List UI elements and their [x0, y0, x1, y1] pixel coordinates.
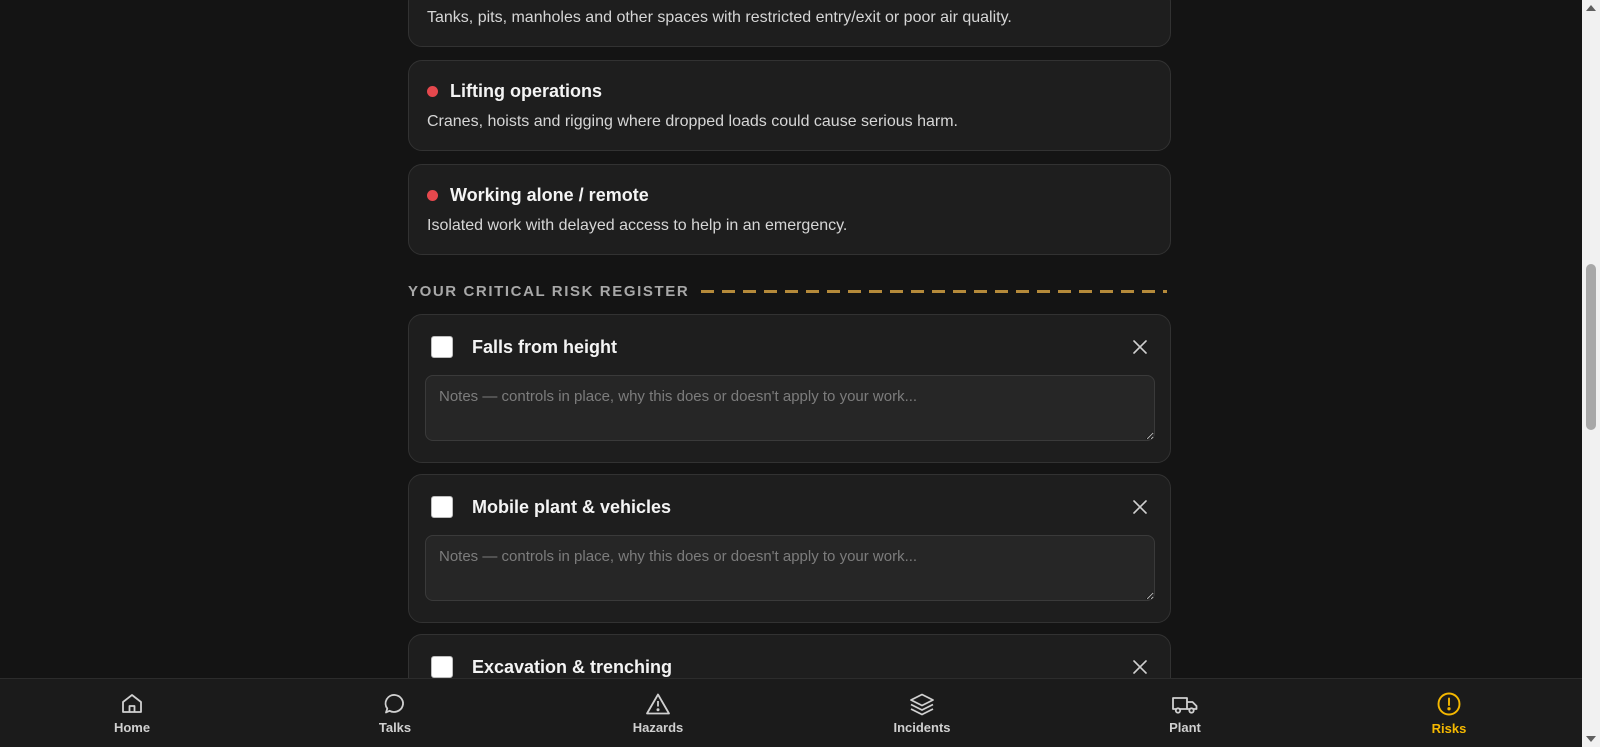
alert-circle-icon [1437, 692, 1461, 715]
risk-item-title: Excavation & trenching [472, 657, 673, 677]
risk-item-excavation: Excavation & trenching [408, 634, 1171, 678]
remove-risk-button[interactable] [1130, 657, 1150, 677]
nav-item-risks[interactable]: Risks [1389, 679, 1509, 747]
risk-checkbox[interactable] [431, 656, 453, 678]
register-section-header: YOUR CRITICAL RISK REGISTER [408, 281, 1171, 301]
nav-item-home[interactable]: Home [72, 679, 192, 747]
home-icon [122, 693, 142, 713]
info-card-confined-spaces: Tanks, pits, manholes and other spaces w… [408, 0, 1171, 47]
nav-label: Plant [1169, 719, 1201, 735]
risk-dot-icon [427, 190, 438, 201]
page-scrollbar[interactable] [1582, 0, 1600, 747]
scroll-down-icon[interactable] [1586, 736, 1596, 742]
risk-dot-icon [427, 86, 438, 97]
info-card-description: Isolated work with delayed access to hel… [427, 217, 848, 234]
info-card-lifting: Lifting operations Cranes, hoists and ri… [408, 60, 1171, 151]
scroll-up-icon[interactable] [1586, 5, 1596, 11]
nav-item-talks[interactable]: Talks [335, 679, 455, 747]
nav-label: Talks [378, 719, 412, 735]
nav-label: Hazards [632, 719, 684, 735]
layers-icon [910, 693, 934, 715]
close-icon [1133, 340, 1147, 354]
risk-item-title: Mobile plant & vehicles [472, 497, 672, 517]
risk-notes-input[interactable] [425, 535, 1155, 601]
info-card-description: Cranes, hoists and rigging where dropped… [427, 113, 958, 130]
risk-checkbox[interactable] [431, 336, 453, 358]
risk-item-title: Falls from height [472, 337, 618, 357]
remove-risk-button[interactable] [1130, 337, 1150, 357]
nav-item-incidents[interactable]: Incidents [862, 679, 982, 747]
hazard-stripe-divider [701, 289, 1167, 293]
bottom-navigation: Home Talks Hazards Incidents Plant Risks [0, 678, 1582, 747]
risk-notes-input[interactable] [425, 375, 1155, 441]
info-card-heading: Working alone / remote [427, 185, 649, 206]
remove-risk-button[interactable] [1130, 497, 1150, 517]
nav-label: Home [113, 719, 151, 735]
risk-checkbox[interactable] [431, 496, 453, 518]
close-icon [1133, 500, 1147, 514]
nav-label: Risks [1431, 720, 1467, 736]
info-card-working-alone: Working alone / remote Isolated work wit… [408, 164, 1171, 255]
scrollbar-thumb[interactable] [1586, 264, 1596, 430]
chat-bubble-icon [384, 693, 404, 713]
nav-item-plant[interactable]: Plant [1125, 679, 1245, 747]
nav-item-hazards[interactable]: Hazards [598, 679, 718, 747]
nav-label: Incidents [893, 719, 951, 735]
truck-icon [1172, 696, 1198, 714]
page-viewport: Tanks, pits, manholes and other spaces w… [0, 0, 1582, 678]
warning-triangle-icon [646, 693, 670, 714]
info-card-heading: Lifting operations [427, 81, 602, 102]
close-icon [1133, 660, 1147, 674]
info-card-title: Working alone / remote [450, 185, 649, 205]
risk-item-falls-from-height: Falls from height [408, 314, 1171, 463]
risk-item-mobile-plant: Mobile plant & vehicles [408, 474, 1171, 623]
info-card-title: Lifting operations [450, 81, 602, 101]
register-section-title: YOUR CRITICAL RISK REGISTER [408, 282, 690, 300]
info-card-description: Tanks, pits, manholes and other spaces w… [427, 9, 1012, 26]
